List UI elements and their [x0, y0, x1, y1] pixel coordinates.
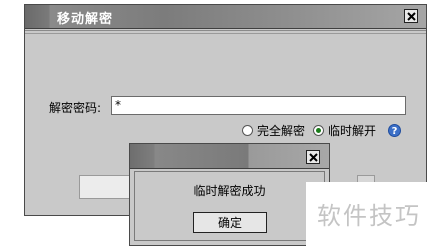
password-input[interactable]: * — [111, 96, 406, 115]
title-bar[interactable]: 移动解密 — [25, 5, 426, 29]
divider — [25, 30, 426, 31]
dialog-body: 临时解密成功 确定 — [134, 171, 325, 241]
close-icon[interactable] — [306, 150, 320, 164]
dialog-title-bar[interactable] — [130, 144, 329, 169]
radio-temp-unlock-label[interactable]: 临时解开 — [328, 122, 376, 139]
radio-full-decrypt-label[interactable]: 完全解密 — [257, 122, 305, 139]
decrypt-mode-options: 完全解密 临时解开 ? — [242, 122, 402, 139]
dialog-message: 临时解密成功 — [193, 184, 266, 198]
watermark: 软件技巧 — [306, 182, 442, 248]
watermark-text: 软件技巧 — [317, 202, 421, 230]
radio-temp-unlock[interactable] — [313, 125, 325, 136]
success-dialog: 临时解密成功 确定 — [129, 143, 330, 246]
radio-full-decrypt[interactable] — [242, 125, 253, 136]
password-label: 解密密码: — [49, 101, 102, 115]
ok-button[interactable]: 确定 — [193, 212, 267, 233]
close-icon[interactable] — [404, 9, 418, 23]
question-icon[interactable]: ? — [388, 124, 402, 137]
divider — [25, 33, 426, 34]
window-title: 移动解密 — [57, 12, 114, 27]
